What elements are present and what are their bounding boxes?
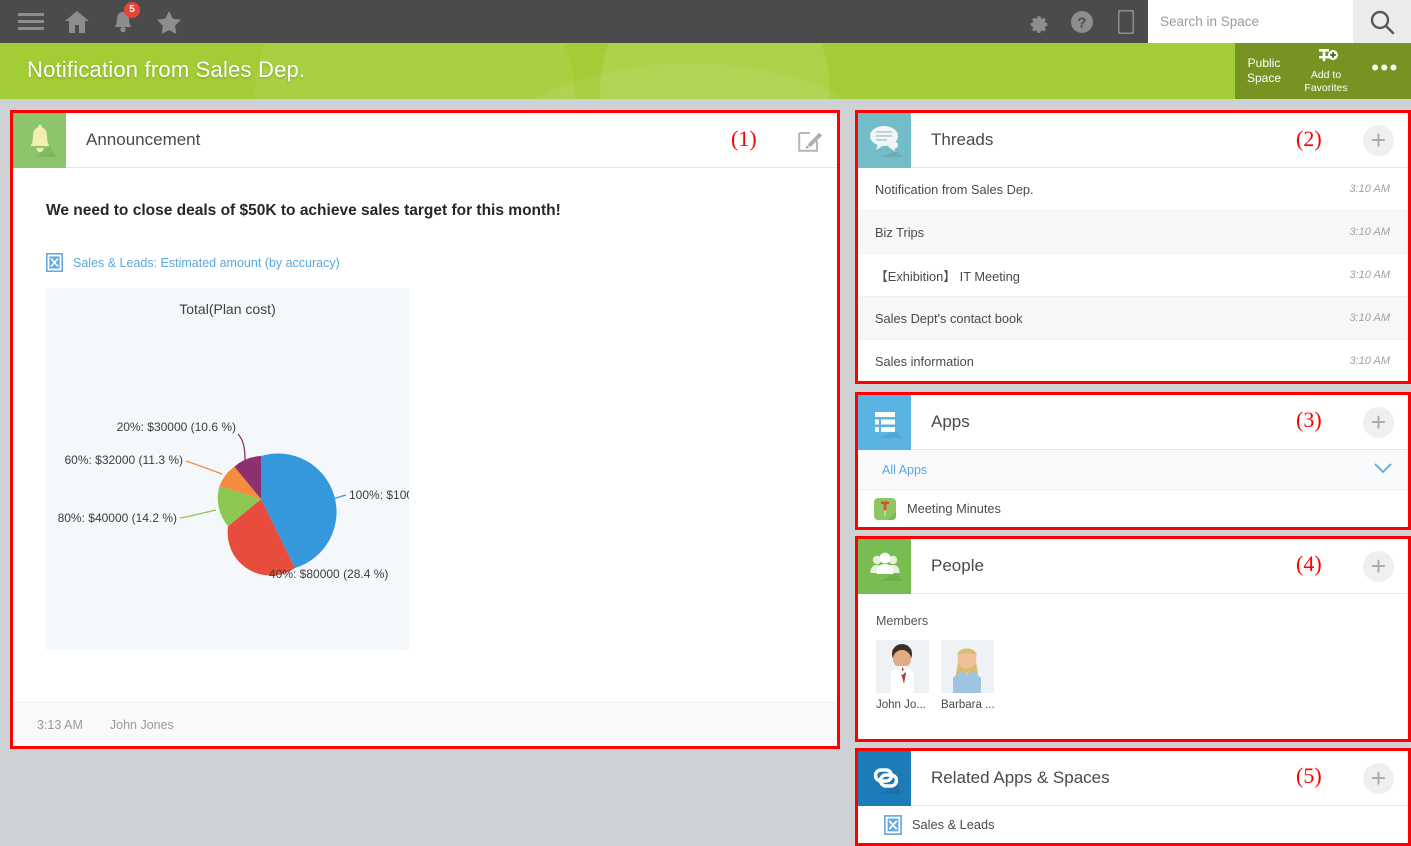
top-right-icons: ? <box>1016 0 1411 43</box>
notifications-button[interactable]: 5 <box>100 0 146 43</box>
star-icon <box>156 10 182 34</box>
settings-button[interactable] <box>1016 0 1060 43</box>
notification-badge: 5 <box>124 2 140 18</box>
public-space-button[interactable]: Public Space <box>1235 56 1293 86</box>
page-title: Notification from Sales Dep. <box>27 57 305 83</box>
mobile-icon <box>1118 10 1134 34</box>
home-icon <box>64 10 90 34</box>
public-space-label-line1: Public <box>1235 56 1293 71</box>
annotation-box-5 <box>855 748 1411 846</box>
svg-text:?: ? <box>1077 14 1086 31</box>
annotation-box-2 <box>855 110 1411 384</box>
mobile-view-button[interactable] <box>1104 0 1148 43</box>
annotation-box-4 <box>855 536 1411 742</box>
annotation-marker-1: (1) <box>731 126 757 152</box>
more-options-button[interactable]: ••• <box>1359 63 1411 79</box>
add-to-favorites-button[interactable]: Add to Favorites <box>1293 48 1359 95</box>
annotation-box-1 <box>10 110 840 749</box>
top-navigation-bar: 5 ? <box>0 0 1411 43</box>
search-input[interactable] <box>1148 0 1353 43</box>
pin-add-icon <box>1313 48 1339 68</box>
help-button[interactable]: ? <box>1060 0 1104 43</box>
annotation-marker-2: (2) <box>1296 126 1322 152</box>
hamburger-icon <box>18 12 44 32</box>
add-to-favorites-label-line1: Add to <box>1293 69 1359 82</box>
main-content: Announcement We need to close deals of $… <box>0 99 1411 846</box>
search-icon <box>1368 8 1396 36</box>
annotation-marker-4: (4) <box>1296 551 1322 577</box>
home-button[interactable] <box>54 0 100 43</box>
favorites-button[interactable] <box>146 0 192 43</box>
top-left-icons: 5 <box>0 0 192 43</box>
annotation-box-3 <box>855 392 1411 530</box>
space-header: Notification from Sales Dep. Public Spac… <box>0 43 1411 99</box>
space-actions: Public Space Add to Favorites ••• <box>1235 43 1411 99</box>
annotation-marker-5: (5) <box>1296 763 1322 789</box>
annotation-marker-3: (3) <box>1296 407 1322 433</box>
hamburger-menu-button[interactable] <box>8 0 54 43</box>
help-icon: ? <box>1070 10 1094 34</box>
search-area <box>1148 0 1411 43</box>
gear-icon <box>1026 10 1050 34</box>
public-space-label-line2: Space <box>1235 71 1293 86</box>
search-button[interactable] <box>1353 0 1411 43</box>
add-to-favorites-label-line2: Favorites <box>1293 82 1359 95</box>
